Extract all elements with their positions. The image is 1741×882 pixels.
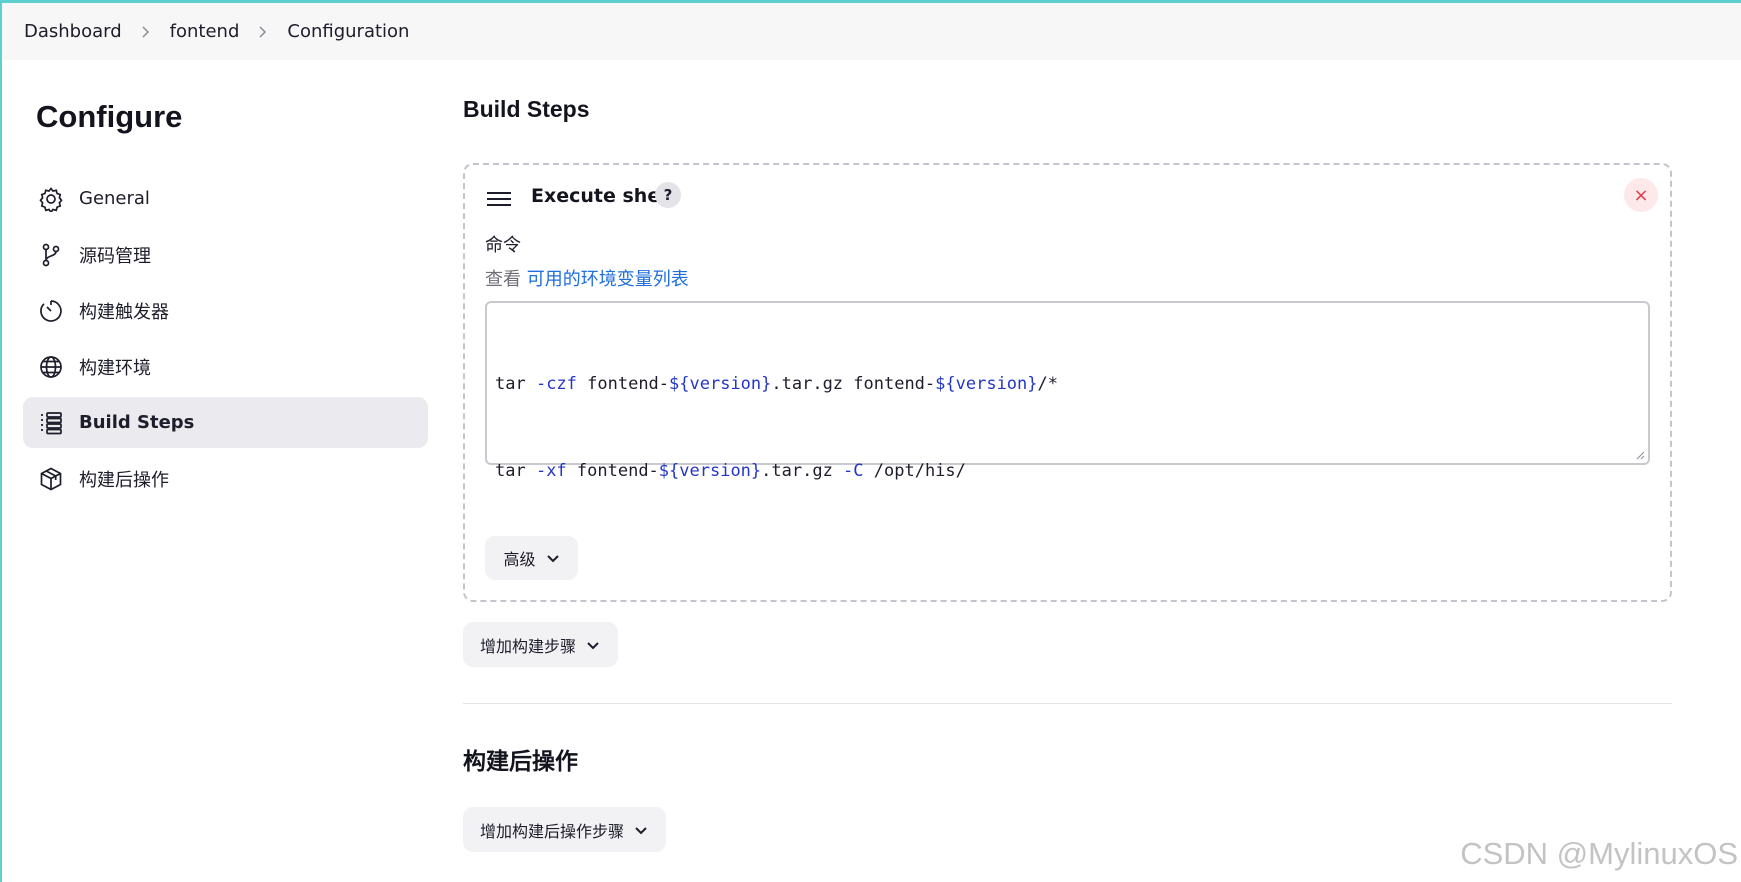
resize-grip-icon[interactable] — [1635, 450, 1645, 460]
sidebar-item-label: 构建触发器 — [79, 301, 169, 323]
help-button[interactable]: ? — [655, 182, 681, 208]
add-post-build-step-label: 增加构建后操作步骤 — [480, 821, 625, 841]
drag-handle-icon[interactable] — [487, 189, 511, 209]
package-icon — [37, 465, 65, 493]
post-build-title: 构建后操作 — [463, 748, 578, 774]
gear-icon — [37, 185, 65, 213]
command-textarea[interactable]: tar -czf fontend-${version}.tar.gz fonte… — [485, 301, 1650, 481]
command-line: tar -czf fontend-${version}.tar.gz fonte… — [495, 374, 1058, 394]
list-icon — [37, 409, 65, 437]
globe-icon — [37, 353, 65, 381]
chevron-down-icon — [634, 823, 648, 837]
advanced-label: 高级 — [503, 550, 536, 569]
sidebar-item-label: 构建环境 — [79, 357, 151, 379]
sidebar-item-post-build[interactable]: 构建后操作 — [23, 453, 428, 504]
breadcrumb-project[interactable]: fontend — [170, 21, 240, 42]
section-divider — [463, 703, 1672, 704]
sidebar-item-label: 构建后操作 — [79, 469, 169, 491]
delete-step-button[interactable]: × — [1624, 178, 1658, 212]
sidebar-item-label: Build Steps — [79, 412, 195, 433]
sidebar-item-label: General — [79, 188, 150, 209]
build-steps-title: Build Steps — [463, 96, 590, 122]
chevron-down-icon — [546, 551, 560, 565]
add-build-step-label: 增加构建步骤 — [480, 636, 577, 656]
watermark: CSDN @MylinuxOS — [1460, 836, 1738, 871]
add-post-build-step-button[interactable]: 增加构建后操作步骤 — [463, 807, 667, 852]
sidebar-item-triggers[interactable]: 构建触发器 — [23, 285, 428, 336]
command-label: 命令 — [485, 235, 521, 256]
step-title: Execute shell — [531, 185, 674, 207]
breadcrumb-configuration[interactable]: Configuration — [287, 21, 409, 42]
sidebar-item-scm[interactable]: 源码管理 — [23, 229, 428, 280]
sidebar: General 源码管理 构建触发器 构建环境 Build Steps 构建后操… — [23, 173, 428, 509]
sidebar-item-environment[interactable]: 构建环境 — [23, 341, 428, 392]
chevron-right-icon — [255, 25, 269, 39]
env-hint-prefix: 查看 — [485, 269, 521, 290]
sidebar-item-general[interactable]: General — [23, 173, 428, 224]
env-vars-link[interactable]: 可用的环境变量列表 — [527, 269, 689, 290]
page-title: Configure — [36, 99, 183, 134]
sidebar-item-label: 源码管理 — [79, 245, 151, 267]
add-build-step-button[interactable]: 增加构建步骤 — [463, 622, 619, 667]
advanced-button[interactable]: 高级 — [485, 536, 578, 580]
branch-icon — [37, 241, 65, 269]
chevron-right-icon — [138, 25, 152, 39]
breadcrumb: Dashboard fontend Configuration — [2, 3, 1741, 60]
timer-icon — [37, 297, 65, 325]
sidebar-item-build-steps[interactable]: Build Steps — [23, 397, 428, 448]
chevron-down-icon — [586, 638, 600, 652]
execute-shell-step: Execute shell ? × 命令 查看 可用的环境变量列表 tar -c… — [463, 163, 1672, 602]
breadcrumb-dashboard[interactable]: Dashboard — [24, 21, 122, 42]
env-hint: 查看 可用的环境变量列表 — [485, 265, 689, 291]
command-line: tar -xf fontend-${version}.tar.gz -C /op… — [495, 461, 966, 481]
